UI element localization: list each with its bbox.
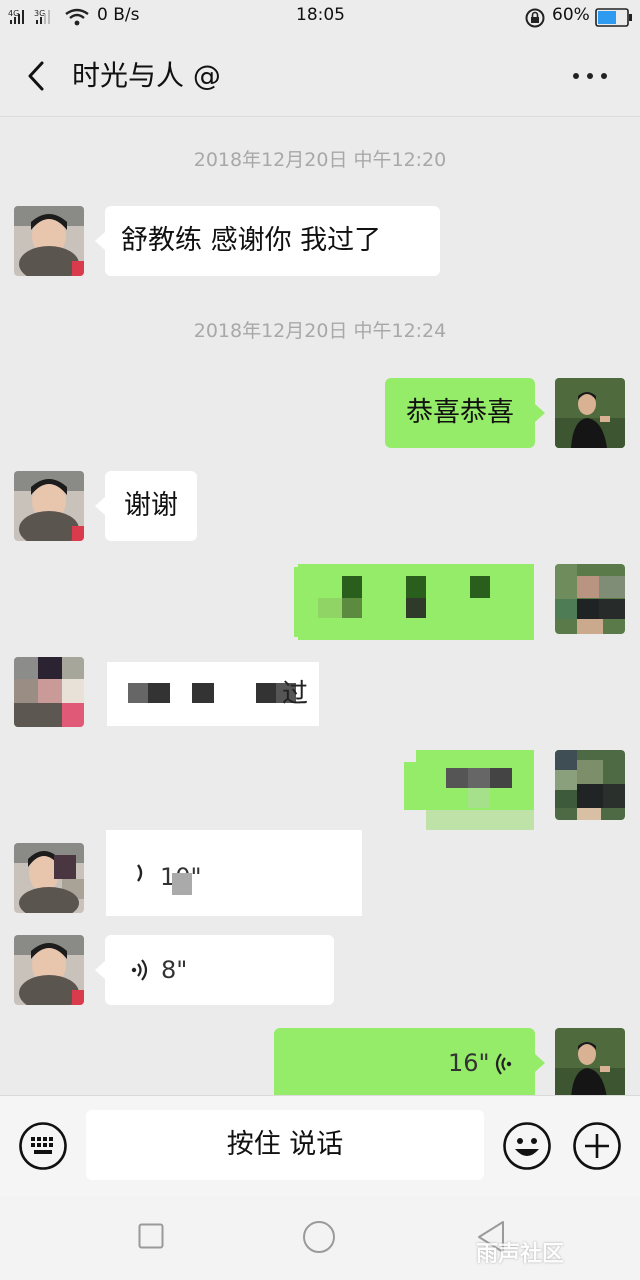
signal-icon: 4G 3G [8,9,50,24]
message-text: 恭喜恭喜 [406,397,514,428]
watermark: 雨声社区 [476,1242,565,1267]
more-horizontal-icon[interactable] [568,66,612,86]
chat-header: 时光与人 @ [0,36,640,117]
network-speed: 0 B/s [97,5,140,25]
avatar[interactable] [14,471,84,541]
voice-wave-icon [137,864,143,882]
input-bar: 按住 说话 [0,1095,640,1196]
chevron-left-icon[interactable] [20,58,56,94]
status-bar: 4G 3G 4G 3G 0 B/s 18:05 60% [0,0,640,36]
message-bubble-incoming[interactable]: 舒教练 感谢你 我过了 [105,206,440,276]
avatar-self[interactable] [555,378,625,448]
avatar-self[interactable] [555,564,625,634]
svg-text:3G: 3G [34,9,45,18]
voice-wave-icon [495,1053,512,1075]
message-text: 谢谢 [124,490,178,521]
message-text: 舒教练 感谢你 我过了 [121,225,382,256]
message-bubble-incoming[interactable]: 谢谢 [105,471,197,541]
battery-percent: 60% [552,5,590,25]
voice-message-incoming[interactable]: 8" [105,935,334,1005]
voice-duration: 8" [161,956,188,984]
hold-to-talk-button[interactable]: 按住 说话 [86,1110,484,1180]
chat-title: 时光与人 @ [72,59,221,92]
avatar[interactable] [14,206,84,276]
keyboard-icon[interactable] [18,1121,68,1171]
timestamp: 2018年12月20日 中午12:24 [193,320,447,342]
recent-apps-icon[interactable] [138,1223,164,1249]
message-list[interactable]: 2018年12月20日 中午12:20 舒教练 感谢你 我过了 2018年12月… [0,117,640,1095]
avatar-self[interactable] [555,750,625,820]
clock: 18:05 [296,5,345,25]
home-icon[interactable] [302,1220,336,1254]
avatar-self[interactable] [555,1028,625,1095]
voice-message-outgoing[interactable]: 16" [274,1028,535,1095]
battery-icon [595,8,632,27]
rotation-lock-icon [525,8,545,28]
wifi-icon [65,8,89,26]
emoji-icon[interactable] [502,1121,552,1171]
timestamp: 2018年12月20日 中午12:20 [193,149,447,171]
message-bubble-outgoing[interactable]: 恭喜恭喜 [385,378,535,448]
avatar[interactable] [14,657,84,727]
message-text: 过 [282,679,309,709]
voice-wave-icon [131,959,148,981]
voice-duration: 16" [448,1049,490,1077]
avatar[interactable] [14,843,84,913]
svg-text:4G: 4G [8,9,19,18]
plus-icon[interactable] [572,1121,622,1171]
avatar[interactable] [14,935,84,1005]
